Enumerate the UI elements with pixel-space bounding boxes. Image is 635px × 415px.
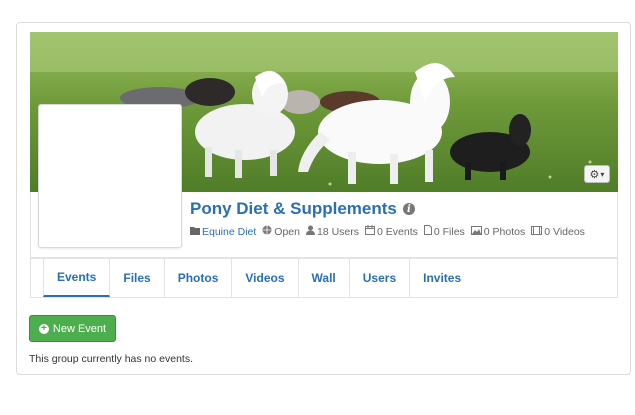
- meta-category[interactable]: Equine Diet: [190, 226, 256, 238]
- meta-events: 0 Events: [365, 225, 418, 238]
- group-meta: Equine Diet Open 18 Users 0 Events 0 Fil…: [190, 225, 591, 238]
- group-name: Pony Diet & Supplements: [190, 199, 397, 218]
- tab-invites[interactable]: Invites: [410, 259, 474, 297]
- user-icon: [305, 225, 315, 238]
- tab-files[interactable]: Files: [110, 259, 165, 297]
- film-icon: [531, 225, 543, 238]
- tab-videos[interactable]: Videos: [232, 259, 299, 297]
- calendar-icon: [365, 225, 375, 238]
- plus-circle-icon: +: [38, 323, 49, 334]
- caret-down-icon: ▾: [600, 169, 605, 179]
- file-icon: [423, 225, 432, 238]
- picture-icon: [470, 225, 482, 238]
- group-title: Pony Diet & Supplements i: [190, 199, 415, 219]
- tab-wall[interactable]: Wall: [299, 259, 350, 297]
- settings-dropdown-button[interactable]: ⚙ ▾: [584, 165, 610, 183]
- meta-privacy: Open: [262, 225, 300, 238]
- group-tabs: Events Files Photos Videos Wall Users In…: [30, 258, 618, 298]
- group-avatar[interactable]: [38, 104, 182, 248]
- info-icon[interactable]: i: [402, 203, 415, 215]
- gear-icon: ⚙: [589, 168, 600, 181]
- meta-photos: 0 Photos: [470, 225, 525, 238]
- meta-users: 18 Users: [305, 225, 359, 238]
- folder-icon: [190, 226, 200, 238]
- meta-files: 0 Files: [423, 225, 465, 238]
- new-event-label: New Event: [52, 322, 107, 335]
- new-event-button[interactable]: + New Event: [29, 315, 116, 342]
- meta-videos: 0 Videos: [531, 225, 585, 238]
- category-link[interactable]: Equine Diet: [202, 226, 256, 238]
- tab-photos[interactable]: Photos: [165, 259, 233, 297]
- empty-events-message: This group currently has no events.: [29, 353, 194, 365]
- tab-users[interactable]: Users: [350, 259, 411, 297]
- tab-events[interactable]: Events: [43, 259, 111, 297]
- globe-icon: [262, 225, 272, 238]
